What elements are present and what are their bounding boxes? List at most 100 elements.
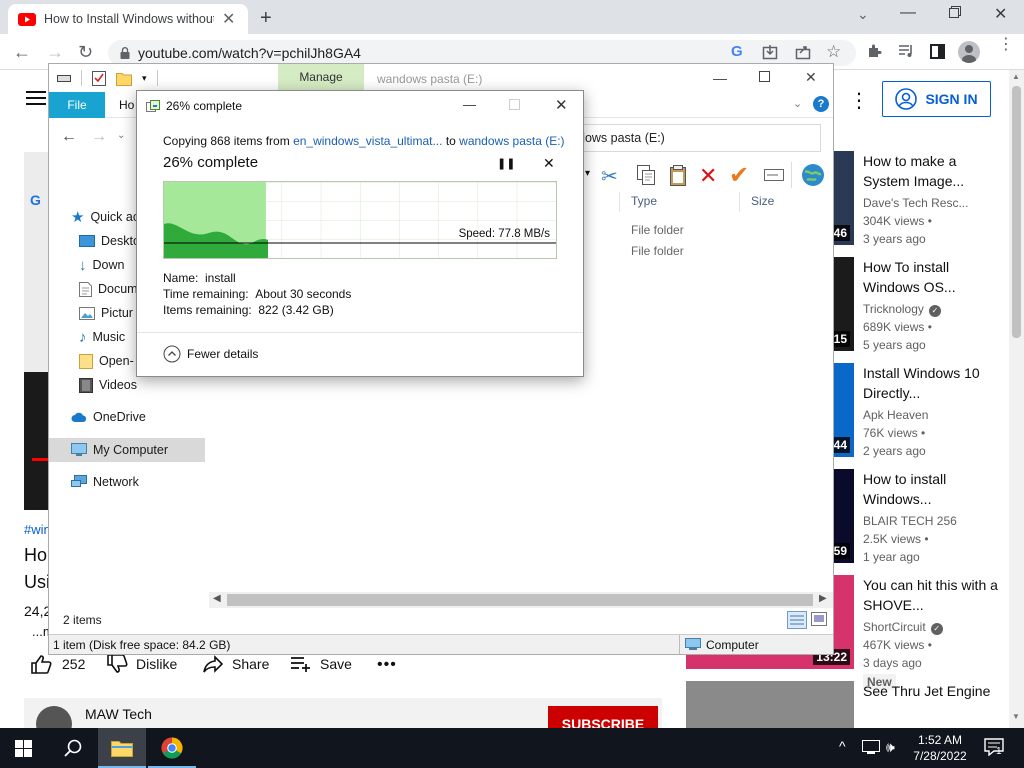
destination-link[interactable]: wandows pasta (E:) xyxy=(459,134,564,148)
source-link[interactable]: en_windows_vista_ultimat... xyxy=(293,134,442,148)
nav-network[interactable]: Network xyxy=(71,470,139,494)
video-channel[interactable]: BLAIR TECH 256 xyxy=(863,512,1003,530)
notifications-icon[interactable]: 1 xyxy=(984,738,1004,757)
minimize-browser-button[interactable]: — xyxy=(900,4,916,22)
manage-tab[interactable]: Manage xyxy=(278,64,364,90)
tab-search-icon[interactable]: ⌄ xyxy=(857,6,869,23)
media-control-icon[interactable] xyxy=(898,43,914,59)
scroll-right-arrow[interactable]: ▶ xyxy=(819,593,827,604)
nav-quick-access[interactable]: ★ Quick ac xyxy=(71,205,139,229)
nav-pictures[interactable]: Pictur xyxy=(79,301,133,325)
file-tab[interactable]: File xyxy=(49,92,105,118)
network-tray-icon[interactable] xyxy=(862,740,880,756)
video-title[interactable]: How To install Windows OS... xyxy=(863,257,1003,297)
video-title[interactable]: Install Windows 10 Directly... xyxy=(863,363,1003,403)
hamburger-menu-icon[interactable] xyxy=(26,90,46,106)
profile-avatar-icon[interactable] xyxy=(958,41,980,63)
video-channel[interactable]: Dave's Tech Resc... xyxy=(863,194,1003,212)
globe-icon[interactable] xyxy=(801,163,825,187)
more-options-icon[interactable]: ⋮ xyxy=(849,88,869,113)
nav-music[interactable]: ♪ Music xyxy=(79,325,125,349)
explorer-forward-icon[interactable]: → xyxy=(91,128,107,146)
paste-icon[interactable] xyxy=(667,164,691,188)
pause-button[interactable]: ❚❚ xyxy=(497,157,515,170)
chrome-menu-icon[interactable]: ⋮ xyxy=(998,37,1014,53)
new-tab-button[interactable]: + xyxy=(260,7,272,30)
restore-browser-button[interactable] xyxy=(949,6,961,18)
horizontal-scrollbar[interactable]: ◀ ▶ xyxy=(209,592,833,608)
video-title[interactable]: See Thru Jet Engine xyxy=(863,681,1003,701)
large-icons-view-icon[interactable] xyxy=(811,612,827,626)
new-folder-icon[interactable] xyxy=(116,71,132,86)
explorer-back-icon[interactable]: ← xyxy=(61,128,77,146)
video-title[interactable]: How to install Windows... xyxy=(863,469,1003,509)
taskbar-chrome-button[interactable] xyxy=(148,728,196,768)
video-player[interactable]: G xyxy=(24,152,50,510)
details-view-icon[interactable] xyxy=(787,611,807,629)
nav-downloads[interactable]: ↓ Down xyxy=(79,253,124,277)
page-scrollbar-thumb[interactable] xyxy=(1012,86,1021,338)
browser-tab[interactable]: How to Install Windows without ✕ xyxy=(8,4,248,34)
forward-arrow-icon[interactable]: → xyxy=(46,42,64,63)
fewer-details-button[interactable]: Fewer details xyxy=(163,345,258,363)
more-actions-icon[interactable]: ••• xyxy=(377,656,397,674)
size-column-header[interactable]: Size xyxy=(751,194,774,208)
dislike-button[interactable]: Dislike xyxy=(106,654,177,674)
bookmark-star-icon[interactable]: ☆ xyxy=(826,42,841,62)
nav-my-computer[interactable]: My Computer xyxy=(71,438,168,462)
clock[interactable]: 1:52 AM 7/28/2022 xyxy=(910,732,970,764)
share-button[interactable]: Share xyxy=(202,654,269,674)
type-column-header[interactable]: Type xyxy=(631,194,657,208)
explorer-minimize-button[interactable]: — xyxy=(713,70,727,86)
nav-onedrive[interactable]: OneDrive xyxy=(71,405,146,429)
hashtag-link[interactable]: #win xyxy=(24,522,51,537)
share-icon[interactable] xyxy=(795,44,811,60)
scrollbar-thumb[interactable] xyxy=(227,594,813,606)
close-browser-button[interactable]: ✕ xyxy=(994,4,1007,24)
scroll-up-arrow[interactable]: ▲ xyxy=(1012,72,1020,81)
copy-icon[interactable] xyxy=(635,164,659,188)
nav-open-folder[interactable]: Open- xyxy=(79,349,134,373)
save-button[interactable]: Save xyxy=(290,654,352,674)
cancel-copy-button[interactable]: ✕ xyxy=(543,155,555,172)
video-title[interactable]: How to make a System Image... xyxy=(863,151,1003,191)
rename-icon[interactable] xyxy=(763,165,787,189)
recent-locations-icon[interactable]: ⌄ xyxy=(117,130,125,141)
explorer-close-button[interactable]: ✕ xyxy=(805,69,817,86)
nav-desktop[interactable]: Deskto xyxy=(79,229,140,253)
file-row[interactable]: File folder xyxy=(631,244,684,258)
reload-icon[interactable]: ↻ xyxy=(78,42,93,63)
cut-icon[interactable]: ✂ xyxy=(601,164,625,188)
close-tab-icon[interactable]: ✕ xyxy=(222,9,235,29)
video-channel[interactable]: Apk Heaven xyxy=(863,406,1003,424)
page-scrollbar[interactable]: ▲ ▼ xyxy=(1009,70,1024,728)
nav-documents[interactable]: Docum xyxy=(79,277,138,301)
side-panel-icon[interactable] xyxy=(930,44,945,59)
explorer-maximize-button[interactable] xyxy=(759,71,770,82)
back-arrow-icon[interactable]: ← xyxy=(13,42,31,63)
dialog-close-button[interactable]: ✕ xyxy=(555,96,568,114)
video-channel[interactable]: ShortCircuit ✓ xyxy=(863,618,1003,636)
extensions-icon[interactable] xyxy=(866,43,882,59)
start-windows-icon[interactable] xyxy=(15,740,32,757)
checkmark-icon[interactable]: ✔ xyxy=(729,161,753,189)
properties-checkmark-icon[interactable] xyxy=(92,70,106,86)
google-icon[interactable]: G xyxy=(731,43,743,60)
taskbar-explorer-button[interactable] xyxy=(98,728,146,768)
sign-in-button[interactable]: SIGN IN xyxy=(882,81,991,117)
nav-videos[interactable]: Videos xyxy=(79,373,137,397)
scroll-left-arrow[interactable]: ◀ xyxy=(213,593,221,604)
home-tab[interactable]: Ho xyxy=(119,98,134,112)
expand-ribbon-icon[interactable]: ⌄ xyxy=(793,97,802,110)
search-icon[interactable] xyxy=(64,739,82,757)
show-hidden-icons-chevron[interactable]: ^ xyxy=(839,738,846,754)
drive-icon[interactable] xyxy=(57,73,71,83)
video-channel[interactable]: Tricknology ✓ xyxy=(863,300,1003,318)
volume-tray-icon[interactable]: 🕪 xyxy=(886,739,895,756)
customize-toolbar-icon[interactable]: ▾ xyxy=(142,73,147,84)
scroll-down-arrow[interactable]: ▼ xyxy=(1012,712,1020,721)
dialog-minimize-button[interactable]: — xyxy=(463,97,476,112)
delete-x-icon[interactable]: ✕ xyxy=(699,163,723,188)
like-button[interactable]: 252 xyxy=(30,654,85,674)
help-icon[interactable]: ? xyxy=(813,96,829,112)
